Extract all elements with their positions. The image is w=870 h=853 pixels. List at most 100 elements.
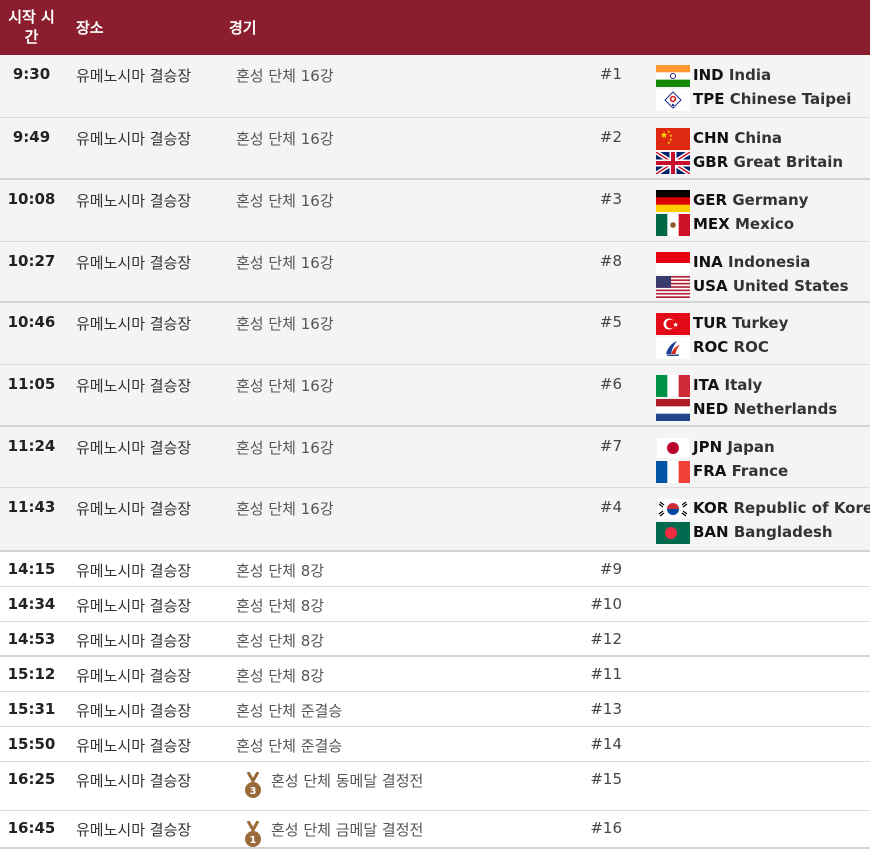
match-number: #5 xyxy=(600,313,622,331)
event-name: 혼성 단체 16강 xyxy=(236,65,334,86)
event-name: 혼성 단체 16강 xyxy=(236,128,334,149)
team-name: Bangladesh xyxy=(734,523,833,541)
start-time: 10:46 xyxy=(0,313,63,331)
turkey-flag: ★ xyxy=(656,313,690,335)
schedule-row[interactable]: 11:05유메노시마 결승장혼성 단체 16강#6ITA ItalyNED Ne… xyxy=(0,365,870,427)
header-venue: 장소 xyxy=(76,17,104,38)
japan-flag xyxy=(656,437,690,459)
team-name: China xyxy=(734,129,782,147)
team-code-and-name: INA Indonesia xyxy=(693,250,810,274)
team-name: Netherlands xyxy=(734,400,838,418)
team-code-and-name: TUR Turkey xyxy=(693,311,788,335)
start-time: 16:25 xyxy=(0,770,63,788)
start-time: 15:12 xyxy=(0,665,63,683)
match-number: #7 xyxy=(600,437,622,455)
event-name: 혼성 단체 8강 xyxy=(236,560,324,581)
team-code: ITA xyxy=(693,376,719,394)
venue-name: 유메노시마 결승장 xyxy=(76,770,191,791)
schedule-row[interactable]: 14:15유메노시마 결승장혼성 단체 8강#9 xyxy=(0,552,870,587)
venue-name: 유메노시마 결승장 xyxy=(76,437,191,458)
venue-name: 유메노시마 결승장 xyxy=(76,375,191,396)
svg-text:★: ★ xyxy=(673,321,679,329)
china-flag: ★★★★★ xyxy=(656,128,690,150)
great-britain-flag xyxy=(656,152,690,174)
team-code-and-name: TPE Chinese Taipei xyxy=(693,87,851,111)
team-name: India xyxy=(729,66,771,84)
schedule-row[interactable]: 10:46유메노시마 결승장혼성 단체 16강#5★TUR TurkeyROC … xyxy=(0,303,870,365)
bangladesh-flag xyxy=(656,522,690,544)
germany-flag xyxy=(656,190,690,212)
venue-name: 유메노시마 결승장 xyxy=(76,630,191,651)
team-code-and-name: IND India xyxy=(693,63,771,87)
schedule-header: 시작 시간 장소 경기 xyxy=(0,0,870,55)
start-time: 14:53 xyxy=(0,630,63,648)
schedule-row[interactable]: 10:08유메노시마 결승장혼성 단체 16강#3GER GermanyMEX … xyxy=(0,180,870,242)
team-name: Indonesia xyxy=(728,253,810,271)
team-code: BAN xyxy=(693,523,729,541)
svg-text:1: 1 xyxy=(250,835,257,846)
team-code-and-name: JPN Japan xyxy=(693,435,775,459)
team-code-and-name: GBR Great Britain xyxy=(693,150,843,174)
venue-name: 유메노시마 결승장 xyxy=(76,700,191,721)
team-code-and-name: ROC ROC xyxy=(693,335,769,359)
start-time: 11:05 xyxy=(0,375,63,393)
team-code: ROC xyxy=(693,338,728,356)
header-start-time: 시작 시간 xyxy=(0,7,63,47)
schedule-row[interactable]: 9:49유메노시마 결승장혼성 단체 16강#2★★★★★CHN ChinaGB… xyxy=(0,118,870,180)
event-name: 혼성 단체 16강 xyxy=(236,190,334,211)
start-time: 14:34 xyxy=(0,595,63,613)
schedule-row[interactable]: 16:25유메노시마 결승장혼성 단체 동메달 결정전#15 3 xyxy=(0,762,870,811)
venue-name: 유메노시마 결승장 xyxy=(76,190,191,211)
schedule-row[interactable]: 15:31유메노시마 결승장혼성 단체 준결승#13 xyxy=(0,692,870,727)
schedule-row[interactable]: 10:27유메노시마 결승장혼성 단체 16강#8INA IndonesiaUS… xyxy=(0,242,870,303)
netherlands-flag xyxy=(656,399,690,421)
start-time: 10:27 xyxy=(0,252,63,270)
start-time: 15:31 xyxy=(0,700,63,718)
team-code-and-name: FRA France xyxy=(693,459,788,483)
roc-flag xyxy=(656,337,690,359)
schedule-row[interactable]: 9:30유메노시마 결승장혼성 단체 16강#1IND IndiaTPE Chi… xyxy=(0,55,870,118)
mexico-flag xyxy=(656,214,690,236)
schedule-row[interactable]: 11:24유메노시마 결승장혼성 단체 16강#7JPN JapanFRA Fr… xyxy=(0,427,870,488)
svg-text:3: 3 xyxy=(250,786,257,797)
team-code: GER xyxy=(693,191,727,209)
schedule-row[interactable]: 15:12유메노시마 결승장혼성 단체 8강#11 xyxy=(0,657,870,692)
venue-name: 유메노시마 결승장 xyxy=(76,665,191,686)
team-name: France xyxy=(732,462,789,480)
match-number: #3 xyxy=(600,190,622,208)
schedule-row[interactable]: 14:34유메노시마 결승장혼성 단체 8강#10 xyxy=(0,587,870,622)
event-name: 혼성 단체 금메달 결정전 xyxy=(271,819,423,840)
venue-name: 유메노시마 결승장 xyxy=(76,313,191,334)
venue-name: 유메노시마 결승장 xyxy=(76,560,191,581)
start-time: 16:45 xyxy=(0,819,63,837)
team-code-and-name: MEX Mexico xyxy=(693,212,794,236)
bronze-medal-icon: 3 xyxy=(243,772,263,800)
team-name: United States xyxy=(733,277,849,295)
start-time: 9:49 xyxy=(0,128,63,146)
schedule-row[interactable]: 15:50유메노시마 결승장혼성 단체 준결승#14 xyxy=(0,727,870,762)
chinese-taipei-flag xyxy=(656,89,690,111)
match-number: #9 xyxy=(600,560,622,578)
schedule-row[interactable]: 16:45유메노시마 결승장혼성 단체 금메달 결정전#16 1 xyxy=(0,811,870,849)
event-name: 혼성 단체 16강 xyxy=(236,437,334,458)
united-states-flag xyxy=(656,276,690,298)
schedule-row[interactable]: 11:43유메노시마 결승장혼성 단체 16강#4KOR Republic of… xyxy=(0,488,870,552)
team-code: KOR xyxy=(693,499,728,517)
venue-name: 유메노시마 결승장 xyxy=(76,735,191,756)
team-code: FRA xyxy=(693,462,726,480)
team-name: Turkey xyxy=(732,314,788,332)
match-number: #1 xyxy=(600,65,622,83)
team-code: INA xyxy=(693,253,723,271)
team-code-and-name: ITA Italy xyxy=(693,373,762,397)
team-name: Germany xyxy=(732,191,808,209)
team-code-and-name: KOR Republic of Korea xyxy=(693,496,870,520)
schedule-row[interactable]: 14:53유메노시마 결승장혼성 단체 8강#12 xyxy=(0,622,870,657)
start-time: 11:43 xyxy=(0,498,63,516)
event-name: 혼성 단체 16강 xyxy=(236,252,334,273)
team-code: NED xyxy=(693,400,728,418)
match-number: #13 xyxy=(590,700,622,718)
match-number: #12 xyxy=(590,630,622,648)
italy-flag xyxy=(656,375,690,397)
venue-name: 유메노시마 결승장 xyxy=(76,819,191,840)
korea-flag xyxy=(656,498,690,520)
